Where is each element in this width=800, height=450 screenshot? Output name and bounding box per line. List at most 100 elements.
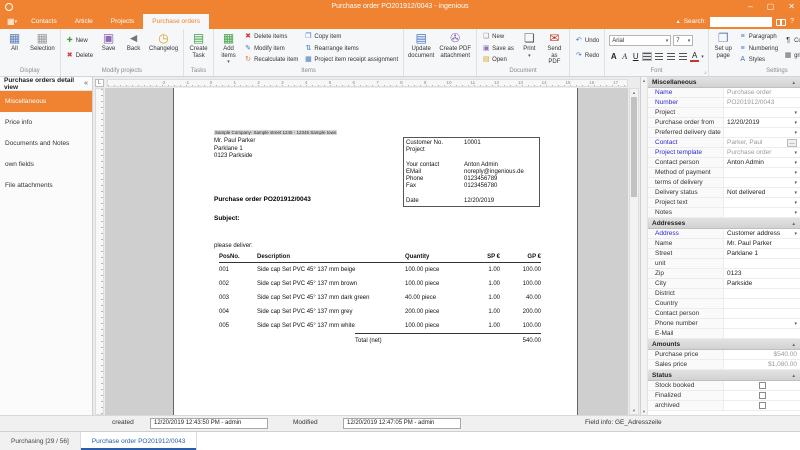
prop-value[interactable]: Parklane 1 — [724, 249, 800, 258]
chevron-down-icon[interactable]: ▾ — [792, 200, 797, 206]
ribbon-button-new[interactable]: ❏New — [482, 33, 514, 41]
dialog-launcher-icon[interactable]: ⌟ — [704, 68, 707, 76]
ribbon-button-delete-items[interactable]: ✖Delete items — [244, 33, 298, 41]
bottom-tab-purchasing-29-56[interactable]: Purchasing [29 / 56] — [0, 432, 81, 450]
chevron-down-icon[interactable]: ▾ — [792, 110, 797, 116]
chevron-down-icon[interactable]: ▾ — [792, 190, 797, 196]
underline-button[interactable]: U — [631, 52, 640, 62]
checkbox[interactable] — [759, 382, 766, 389]
ribbon-button-recalculate-item[interactable]: ↻Recalculate item — [244, 56, 298, 64]
search-input[interactable] — [710, 17, 772, 27]
ribbon-button-redo[interactable]: ↷Redo — [575, 52, 599, 60]
document-vertical-scrollbar[interactable]: ▲ ▼ — [629, 88, 639, 415]
prop-value[interactable]: Parker, Paul… — [724, 138, 800, 147]
menu-tab-contacts[interactable]: Contacts — [22, 14, 66, 29]
prop-value[interactable]: $1,080.00 — [724, 360, 800, 369]
prop-value[interactable]: Mr. Paul Parker — [724, 239, 800, 248]
italic-button[interactable]: A — [620, 52, 629, 62]
ribbon-button-update-document[interactable]: ▤Update document — [406, 30, 436, 67]
ribbon-button-styles[interactable]: AStyles — [739, 56, 778, 64]
chevron-down-icon[interactable]: ▾ — [792, 170, 797, 176]
prop-value[interactable] — [724, 401, 800, 410]
chevron-down-icon[interactable]: ▾ — [792, 180, 797, 186]
close-button[interactable]: ✕ — [788, 0, 795, 14]
prop-value[interactable]: ▾ — [724, 319, 800, 328]
properties-scrollbar[interactable]: ▲ ▼ — [641, 77, 648, 415]
scroll-up-icon[interactable]: ▲ — [641, 78, 647, 83]
prop-value[interactable] — [724, 391, 800, 400]
ribbon-button-all[interactable]: ▦All — [2, 30, 27, 67]
prop-value[interactable]: ▾ — [724, 168, 800, 177]
chevron-down-icon[interactable]: ▾ — [792, 160, 797, 166]
bottom-tab-purchase-order-po201912-0043[interactable]: Purchase order PO201912/0043 — [81, 432, 198, 450]
sidebar-item-own-fields[interactable]: own fields — [0, 154, 92, 175]
prop-value[interactable]: Purchase order▾ — [724, 148, 800, 157]
ribbon-button-project-item-receipt-assignment[interactable]: ▦Project item receipt assignment — [304, 56, 398, 64]
ribbon-button-paragraph[interactable]: ≡Paragraph — [739, 33, 778, 41]
ribbon-button-selection[interactable]: ▦Selection — [27, 30, 58, 67]
minimize-button[interactable]: – — [748, 0, 752, 14]
prop-value[interactable] — [724, 381, 800, 390]
menu-tab-projects[interactable]: Projects — [102, 14, 143, 29]
prop-value[interactable]: Anton Admin▾ — [724, 158, 800, 167]
ribbon-button-print[interactable]: ❏Print▾ — [517, 30, 542, 67]
font-size-select[interactable]: 7▾ — [673, 35, 693, 46]
prop-value[interactable]: ▾ — [724, 128, 800, 137]
prop-value[interactable]: $540.00 — [724, 350, 800, 359]
prop-value[interactable]: Customer address▾ — [724, 229, 800, 238]
sidebar-collapse-icon[interactable]: « — [84, 80, 88, 87]
section-header-miscellaneous[interactable]: Miscellaneous▲ — [648, 77, 800, 88]
sidebar-item-miscellaneous[interactable]: Miscellaneous — [0, 91, 92, 112]
vertical-ruler[interactable] — [95, 88, 104, 415]
created-value[interactable]: 12/20/2019 12:43:50 PM - admin — [150, 418, 268, 429]
prop-value[interactable]: Purchase order — [724, 88, 800, 97]
section-header-addresses[interactable]: Addresses▲ — [648, 218, 800, 229]
ribbon-button-copy-item[interactable]: ❐Copy item — [304, 33, 398, 41]
ribbon-button-send-as-pdf[interactable]: ✉Send as PDF — [542, 30, 567, 67]
prop-value[interactable] — [724, 289, 800, 298]
prop-value[interactable]: 0123 — [724, 269, 800, 278]
prop-value[interactable]: 12/20/2019▾ — [724, 118, 800, 127]
prop-value[interactable] — [724, 299, 800, 308]
menu-tab-purchase-orders[interactable]: Purchase orders — [143, 14, 209, 29]
prop-value[interactable]: Parkside — [724, 279, 800, 288]
chevron-down-icon[interactable]: ▾ — [792, 150, 797, 156]
scroll-down-icon[interactable]: ▼ — [630, 408, 638, 413]
section-header-amounts[interactable]: Amounts▲ — [648, 339, 800, 350]
bold-button[interactable]: A — [609, 52, 618, 62]
section-header-status[interactable]: Status▲ — [648, 370, 800, 381]
prop-value[interactable] — [724, 329, 800, 338]
chevron-down-icon[interactable]: ▾ — [792, 210, 797, 216]
scroll-down-icon[interactable]: ▼ — [641, 409, 647, 414]
font-color-button[interactable]: A — [690, 52, 699, 62]
tab-stop-selector[interactable]: L — [95, 79, 104, 87]
align-justify-icon[interactable] — [679, 53, 687, 60]
ribbon-button-save[interactable]: ▣Save — [96, 30, 121, 67]
scrollbar-thumb[interactable] — [631, 97, 637, 197]
ellipsis-button[interactable]: … — [787, 139, 797, 147]
ribbon-button-save-as[interactable]: ▣Save as — [482, 45, 514, 53]
prop-value[interactable]: Not delivered▾ — [724, 188, 800, 197]
ribbon-button-rearrange-items[interactable]: ⇅Rearrange items — [304, 45, 398, 53]
ribbon-button-delete[interactable]: ✖Delete — [66, 52, 93, 60]
prop-value[interactable] — [724, 309, 800, 318]
sidebar-item-documents-and-notes[interactable]: Documents and Notes — [0, 133, 92, 154]
ribbon-button-back[interactable]: ◄Back — [121, 30, 146, 67]
prop-value[interactable]: ▾ — [724, 208, 800, 217]
ribbon-button-set-up-page[interactable]: ❐Set up page — [711, 30, 736, 67]
modified-value[interactable]: 12/20/2019 12:47:05 PM - admin — [343, 418, 461, 429]
ribbon-button-undo[interactable]: ↶Undo — [575, 37, 599, 45]
chevron-down-icon[interactable]: ▾ — [792, 120, 797, 126]
ribbon-button-add-items[interactable]: ▦Add items▾ — [216, 30, 241, 67]
chevron-down-icon[interactable]: ▾ — [792, 321, 797, 327]
ribbon-button-changelog[interactable]: ◷Changelog — [146, 30, 181, 67]
menu-tab-article[interactable]: Article — [66, 14, 102, 29]
align-center-icon[interactable] — [655, 53, 663, 60]
sidebar-item-file-attachments[interactable]: File attachments — [0, 175, 92, 196]
ribbon-button-numbering[interactable]: ≡Numbering — [739, 45, 778, 53]
prop-value[interactable] — [724, 259, 800, 268]
checkbox[interactable] — [759, 402, 766, 409]
prop-value[interactable]: PO201912/0043 — [724, 98, 800, 107]
align-right-icon[interactable] — [667, 53, 675, 60]
document-page[interactable]: Sample Company- Sample street 1245 - 123… — [173, 88, 578, 415]
